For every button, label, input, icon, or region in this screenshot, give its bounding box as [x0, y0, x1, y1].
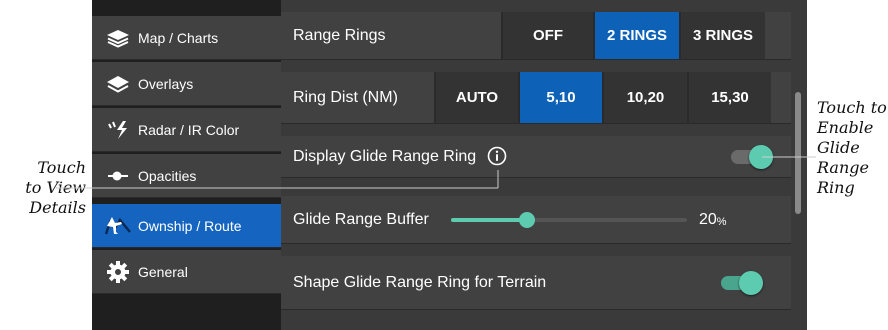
sidebar-item-radar-ir-color[interactable]: Radar / IR Color	[92, 108, 281, 152]
range-rings-row: Range Rings OFF 2 RINGS 3 RINGS	[281, 12, 791, 60]
ring-dist-10-20-button[interactable]: 10,20	[602, 72, 687, 123]
glide-buffer-number: 20	[699, 210, 717, 228]
callout-line: Touch to	[817, 98, 887, 117]
sidebar-item-general[interactable]: General	[92, 250, 281, 294]
glide-buffer-slider[interactable]	[451, 212, 687, 228]
ring-dist-label: Ring Dist (NM)	[293, 88, 398, 106]
glide-buffer-value: 20%	[699, 196, 727, 243]
callout-line: Range	[817, 158, 869, 177]
ring-dist-15-30-button[interactable]: 15,30	[687, 72, 771, 123]
glide-buffer-slider-fill	[451, 218, 527, 222]
glide-range-ring-toggle[interactable]	[731, 145, 773, 169]
info-icon[interactable]	[487, 146, 507, 166]
range-rings-3-button[interactable]: 3 RINGS	[679, 12, 765, 59]
sidebar-item-label: Map / Charts	[138, 29, 219, 46]
callout-line: Details	[29, 198, 86, 217]
sidebar-item-label: Overlays	[138, 75, 194, 92]
settings-content: Range Rings OFF 2 RINGS 3 RINGS Ring Dis…	[281, 0, 807, 330]
callout-line: Ring	[817, 178, 855, 197]
ring-dist-row: Ring Dist (NM) AUTO 5,10 10,20 15,30	[281, 72, 791, 124]
sidebar-item-label: Radar / IR Color	[138, 121, 240, 138]
callout-enable-glide-ring: Touch to Enable Glide Range Ring	[817, 98, 887, 198]
scrollbar[interactable]	[795, 92, 801, 214]
shape-terrain-label: Shape Glide Range Ring for Terrain	[293, 273, 547, 291]
range-rings-2-button[interactable]: 2 RINGS	[593, 12, 679, 59]
ownship-route-icon	[102, 215, 134, 237]
settings-screen: Map / Charts Overlays Radar / IR Color O…	[92, 0, 807, 330]
glide-buffer-row: Glide Range Buffer 20%	[281, 196, 791, 244]
sidebar-item-ownship-route[interactable]: Ownship / Route	[92, 204, 281, 248]
glide-buffer-label: Glide Range Buffer	[293, 210, 429, 228]
sidebar-item-map-charts[interactable]: Map / Charts	[92, 16, 281, 60]
sidebar-item-opacities[interactable]: Opacities	[92, 154, 281, 198]
layers-icon	[102, 73, 134, 95]
sidebar-item-label: Ownship / Route	[138, 217, 242, 234]
shape-terrain-toggle[interactable]	[721, 271, 763, 295]
callout-line: Glide	[817, 138, 860, 157]
layers-icon	[102, 27, 134, 49]
slider-icon	[102, 165, 134, 187]
sidebar-item-label: General	[138, 263, 188, 280]
sidebar-item-overlays[interactable]: Overlays	[92, 62, 281, 106]
callout-line: Touch	[37, 158, 86, 177]
shape-terrain-row: Shape Glide Range Ring for Terrain	[281, 256, 791, 310]
range-rings-off-button[interactable]: OFF	[501, 12, 593, 59]
glide-range-ring-row: Display Glide Range Ring	[281, 136, 791, 178]
callout-line: to View	[25, 178, 86, 197]
callout-view-details: Touch to View Details	[6, 158, 86, 218]
ring-dist-5-10-button[interactable]: 5,10	[518, 72, 602, 123]
lightning-icon	[102, 119, 134, 141]
toggle-knob	[739, 271, 763, 295]
gear-icon	[102, 260, 134, 283]
glide-buffer-unit: %	[716, 215, 727, 228]
ring-dist-auto-button[interactable]: AUTO	[434, 72, 518, 123]
range-rings-label: Range Rings	[293, 26, 386, 44]
sidebar: Map / Charts Overlays Radar / IR Color O…	[92, 0, 281, 330]
glide-buffer-slider-handle[interactable]	[518, 212, 535, 228]
callout-line: Enable	[817, 118, 874, 137]
glide-range-ring-label: Display Glide Range Ring	[293, 147, 477, 165]
sidebar-item-label: Opacities	[138, 167, 197, 184]
toggle-knob	[749, 145, 773, 169]
